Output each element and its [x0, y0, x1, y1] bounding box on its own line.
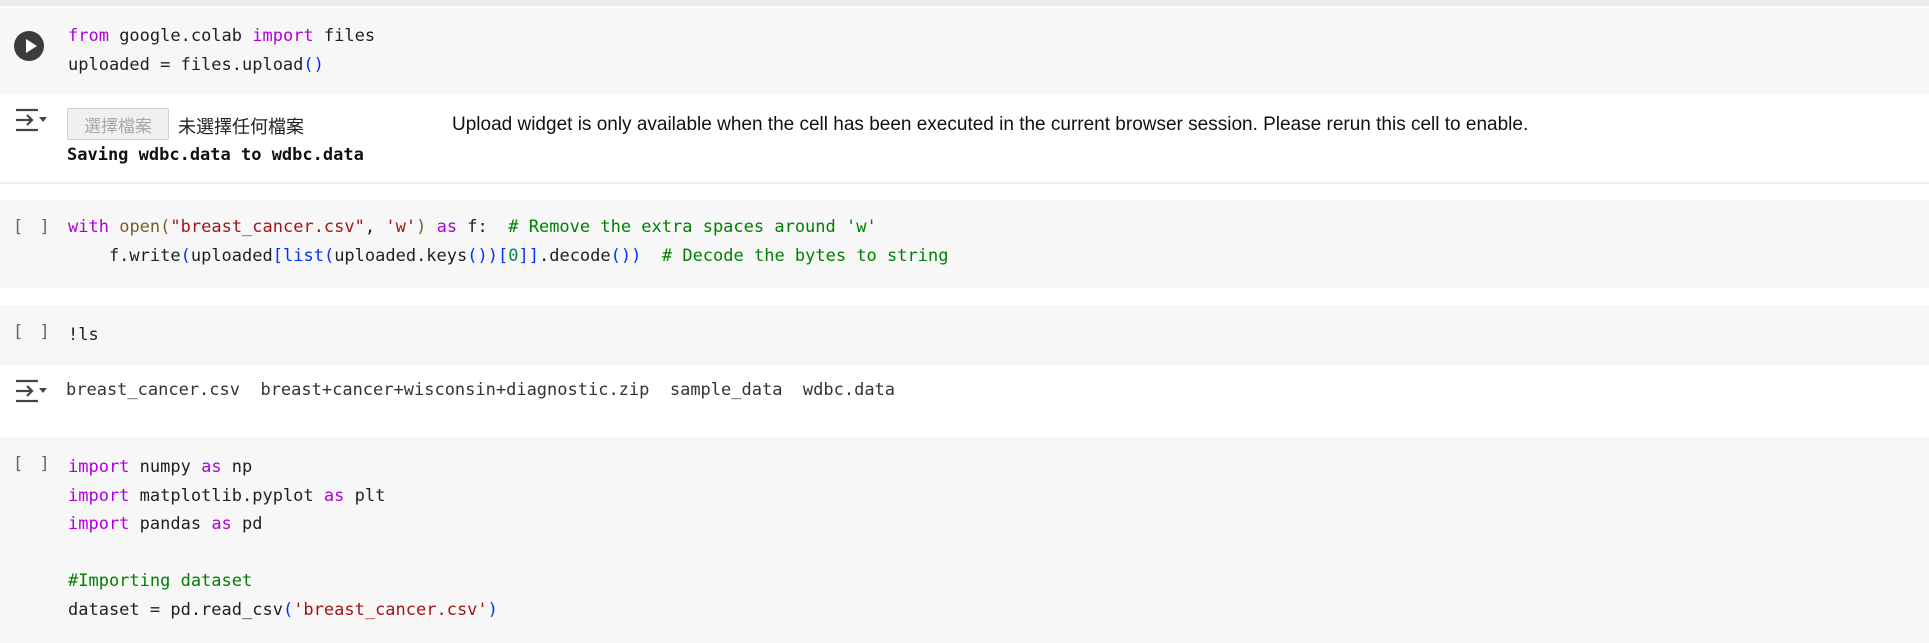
cell-run-brackets[interactable]: [ ]: [13, 454, 53, 474]
ls-output: breast_cancer.csv breast+cancer+wisconsi…: [66, 380, 896, 400]
upload-widget-message: Upload widget is only available when the…: [452, 114, 1529, 135]
output-toggle-icon[interactable]: [14, 378, 48, 404]
code-line: !ls: [68, 325, 99, 345]
code-line: uploaded = files.upload(): [68, 54, 324, 75]
code-cell-4[interactable]: [ ] import numpy as np import matplotlib.…: [0, 437, 1929, 643]
no-file-label: 未選擇任何檔案: [178, 117, 304, 138]
code-line: with open("breast_cancer.csv", 'w') as f…: [68, 217, 877, 237]
code-line: from google.colab import files: [68, 26, 376, 46]
output-toggle-icon[interactable]: [14, 107, 48, 133]
cell-2-code[interactable]: with open("breast_cancer.csv", 'w') as f…: [68, 213, 948, 270]
saving-status: Saving wdbc.data to wdbc.data: [67, 145, 364, 165]
code-line: import numpy as np: [68, 457, 253, 477]
cell-run-brackets[interactable]: [ ]: [13, 322, 53, 342]
cell-4-code[interactable]: import numpy as np import matplotlib.pypl…: [68, 453, 498, 625]
code-cell-3[interactable]: [ ] !ls: [0, 305, 1929, 365]
cell-run-brackets[interactable]: [ ]: [13, 217, 53, 237]
choose-file-button[interactable]: 選擇檔案: [67, 108, 169, 140]
code-cell-1[interactable]: from google.colab import files uploaded =…: [0, 8, 1929, 94]
divider: [0, 182, 1929, 184]
cell-1-code[interactable]: from google.colab import files uploaded =…: [68, 22, 375, 79]
play-circle-icon[interactable]: [14, 31, 44, 61]
code-cell-2[interactable]: [ ] with open("breast_cancer.csv", 'w') …: [0, 200, 1929, 288]
top-divider: [0, 0, 1929, 6]
code-line: #Importing dataset: [68, 571, 253, 592]
code-line: dataset = pd.read_csv('breast_cancer.csv…: [68, 599, 498, 620]
cell-3-code[interactable]: !ls: [68, 321, 99, 350]
code-line: f.write(uploaded[list(uploaded.keys())[0…: [68, 245, 949, 266]
code-line: import matplotlib.pyplot as plt: [68, 485, 386, 506]
code-line: import pandas as pd: [68, 514, 263, 535]
